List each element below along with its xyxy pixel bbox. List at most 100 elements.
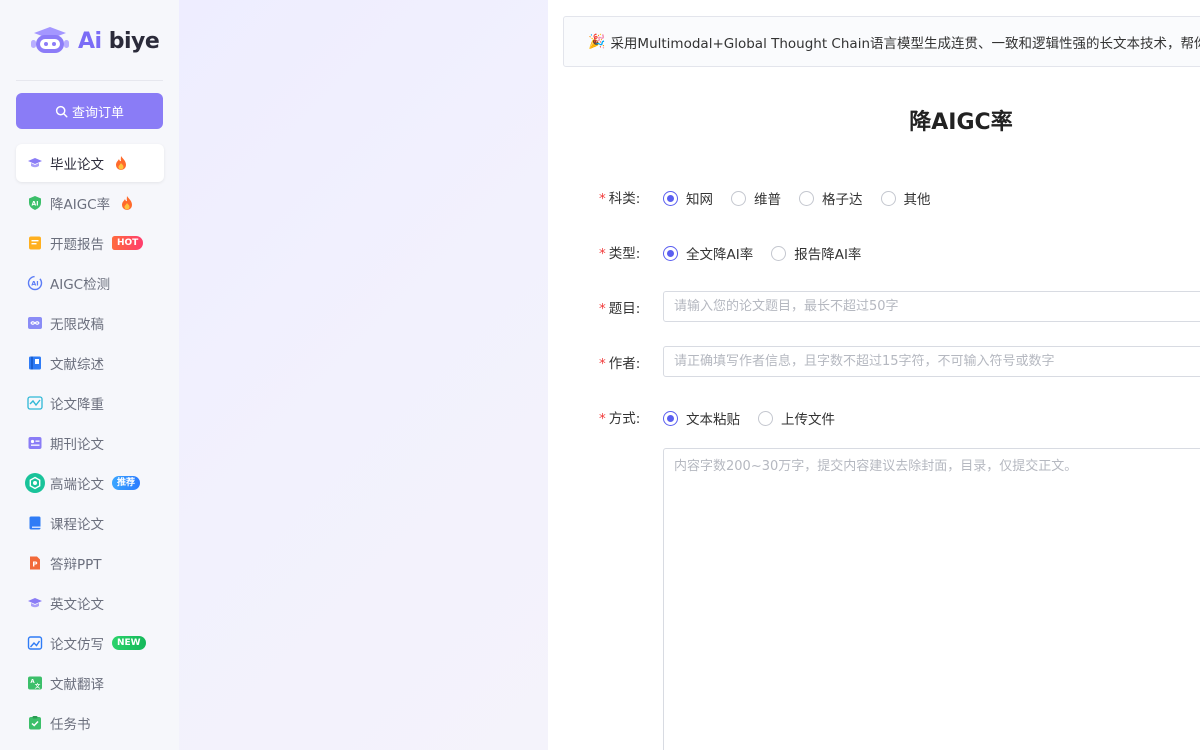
- category-label: * 科类:: [599, 187, 640, 207]
- brand-biye: biye: [101, 28, 160, 54]
- sidebar-item-plagiarism-reduce[interactable]: 论文降重: [16, 384, 164, 422]
- party-popper-icon: 🎉: [588, 33, 606, 50]
- radio-dot: [758, 410, 773, 426]
- notice-banner: 🎉 采用Multimodal+Global Thought Chain语言模型生…: [563, 16, 1200, 67]
- radio-dot: [731, 190, 746, 206]
- sidebar-item-label: 论文仿写: [50, 637, 104, 653]
- query-order-button[interactable]: 查询订单: [16, 93, 163, 129]
- author-input[interactable]: [663, 346, 1200, 377]
- type-label: * 类型:: [599, 242, 640, 262]
- radio-dot: [663, 190, 678, 206]
- side-panel-background: [179, 0, 548, 750]
- required-mark: *: [599, 191, 606, 207]
- brand-ai: Ai: [78, 28, 102, 54]
- required-mark: *: [599, 411, 606, 427]
- notice-text: 采用Multimodal+Global Thought Chain语言模型生成连…: [610, 35, 1200, 52]
- sidebar-item-label: AIGC检测: [50, 277, 111, 293]
- fire-icon: [116, 156, 126, 170]
- notebook-icon: [27, 515, 43, 531]
- infinity-icon: [27, 315, 43, 331]
- query-order-label: 查询订单: [71, 105, 124, 121]
- radio-label: 文本粘贴: [686, 412, 740, 428]
- task-icon: [27, 715, 43, 731]
- main-content: 🎉 采用Multimodal+Global Thought Chain语言模型生…: [548, 0, 1200, 750]
- wave-chart-icon: [27, 395, 43, 411]
- category-radio-group: 知网 维普 格子达 其他: [663, 188, 949, 208]
- type-option-full[interactable]: 全文降AI率: [663, 243, 753, 263]
- category-option-cnki[interactable]: 知网: [663, 188, 713, 208]
- sidebar-item-defense-ppt[interactable]: P 答辩PPT: [16, 544, 164, 582]
- graduation-cap-icon: [27, 595, 43, 611]
- sidebar-item-label: 英文论文: [50, 597, 104, 613]
- image-edit-icon: [27, 635, 43, 651]
- radio-dot: [663, 245, 678, 261]
- sidebar-item-paper-imitation[interactable]: 论文仿写 NEW: [16, 624, 164, 662]
- sidebar-item-label: 文献翻译: [50, 677, 104, 693]
- robot-logo-icon: [28, 25, 72, 57]
- sidebar-item-course-paper[interactable]: 课程论文: [16, 504, 164, 542]
- sidebar: Ai biye 查询订单 毕业论文 AI 降AIGC率 开题报告 HOT AI …: [0, 0, 179, 750]
- page-title: 降AIGC率: [909, 110, 1013, 135]
- method-label-text: 方式:: [608, 411, 641, 427]
- radio-label: 维普: [754, 192, 781, 208]
- ppt-icon: P: [27, 555, 43, 571]
- sidebar-item-premium-paper[interactable]: 高端论文 推荐: [16, 464, 164, 502]
- fire-icon: [122, 196, 133, 210]
- recommend-badge: 推荐: [112, 476, 141, 490]
- sidebar-item-label: 开题报告: [50, 237, 104, 253]
- required-mark: *: [599, 356, 606, 372]
- sidebar-item-label: 论文降重: [50, 397, 104, 413]
- sidebar-item-label: 高端论文: [50, 477, 104, 493]
- svg-text:文: 文: [35, 682, 41, 690]
- sidebar-item-english-paper[interactable]: 英文论文: [16, 584, 164, 622]
- logo[interactable]: Ai biye: [28, 24, 160, 58]
- topic-label: * 题目:: [599, 297, 640, 317]
- radio-dot: [799, 190, 814, 206]
- graduation-cap-icon: [27, 155, 43, 171]
- openai-icon: [25, 473, 45, 493]
- radio-label: 上传文件: [781, 412, 835, 428]
- sidebar-item-aigc-detect[interactable]: AI AIGC检测: [16, 264, 164, 302]
- sidebar-item-journal-paper[interactable]: 期刊论文: [16, 424, 164, 462]
- svg-text:AI: AI: [32, 201, 39, 208]
- content-textarea[interactable]: [663, 448, 1200, 750]
- sidebar-item-literature-translate[interactable]: A文 文献翻译: [16, 664, 164, 702]
- sidebar-item-unlimited-revise[interactable]: 无限改稿: [16, 304, 164, 342]
- method-label: * 方式:: [599, 407, 640, 427]
- category-option-gezida[interactable]: 格子达: [799, 188, 863, 208]
- sidebar-item-label: 降AIGC率: [50, 197, 111, 213]
- new-badge: NEW: [112, 636, 146, 650]
- sidebar-item-label: 课程论文: [50, 517, 104, 533]
- journal-icon: [27, 435, 43, 451]
- topic-label-text: 题目:: [608, 301, 641, 317]
- radio-label: 报告降AI率: [794, 247, 862, 263]
- topic-input[interactable]: [663, 291, 1200, 322]
- method-option-upload[interactable]: 上传文件: [758, 408, 835, 428]
- svg-text:P: P: [32, 561, 37, 569]
- brand-name: Ai biye: [78, 28, 160, 54]
- ai-shield-icon: AI: [27, 195, 43, 211]
- ai-detect-icon: AI: [27, 275, 43, 291]
- document-icon: [27, 235, 43, 251]
- sidebar-item-task-book[interactable]: 任务书: [16, 704, 164, 742]
- radio-dot: [663, 410, 678, 426]
- radio-dot: [771, 245, 787, 261]
- method-option-paste[interactable]: 文本粘贴: [663, 408, 740, 428]
- category-option-other[interactable]: 其他: [880, 188, 931, 208]
- method-radio-group: 文本粘贴 上传文件: [663, 408, 853, 428]
- type-label-text: 类型:: [608, 246, 641, 262]
- type-option-report[interactable]: 报告降AI率: [771, 243, 861, 263]
- radio-dot: [880, 190, 896, 206]
- category-option-vip[interactable]: 维普: [731, 188, 781, 208]
- sidebar-item-label: 毕业论文: [50, 157, 104, 173]
- type-radio-group: 全文降AI率 报告降AI率: [663, 243, 879, 263]
- sidebar-item-literature-review[interactable]: 文献综述: [16, 344, 164, 382]
- sidebar-item-graduation-thesis[interactable]: 毕业论文: [16, 144, 164, 182]
- sidebar-menu: 毕业论文 AI 降AIGC率 开题报告 HOT AI AIGC检测 无限改稿 文…: [16, 144, 164, 744]
- author-label-text: 作者:: [608, 356, 641, 372]
- translate-icon: A文: [27, 675, 43, 691]
- sidebar-divider: [16, 80, 163, 81]
- sidebar-item-reduce-aigc[interactable]: AI 降AIGC率: [16, 184, 164, 222]
- hot-badge: HOT: [112, 236, 144, 250]
- sidebar-item-proposal[interactable]: 开题报告 HOT: [16, 224, 164, 262]
